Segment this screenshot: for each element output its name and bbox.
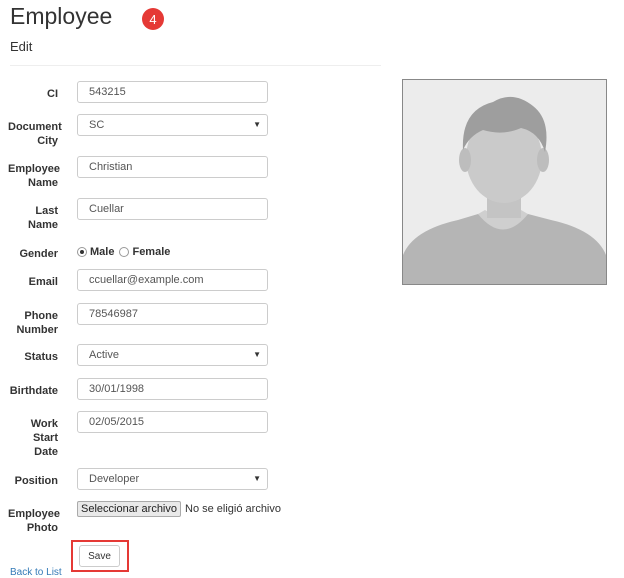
status-label: Status — [24, 351, 58, 363]
step-badge: 4 — [142, 8, 164, 30]
gender-male-radio[interactable] — [77, 247, 87, 257]
ci-label: CI — [47, 88, 58, 100]
page-subtitle: Edit — [10, 39, 33, 54]
avatar-placeholder-icon — [403, 80, 606, 284]
divider — [10, 65, 381, 66]
status-select[interactable]: Active ▼ — [77, 344, 268, 366]
last-name-input[interactable]: Cuellar — [77, 198, 268, 220]
work-start-date-input[interactable]: 02/05/2015 — [77, 411, 268, 433]
gender-female-label: Female — [132, 246, 171, 258]
birthdate-input[interactable]: 30/01/1998 — [77, 378, 268, 400]
page-title: Employee — [10, 3, 113, 29]
chevron-down-icon: ▼ — [253, 350, 261, 359]
employee-photo-preview — [402, 79, 607, 285]
last-name-label: Last Name — [28, 205, 58, 231]
phone-label: Phone Number — [16, 310, 58, 336]
email-input[interactable]: ccuellar@example.com — [77, 269, 268, 291]
file-status: No se eligió archivo — [185, 503, 281, 515]
employee-photo-label: Employee Photo — [8, 508, 60, 534]
chevron-down-icon: ▼ — [253, 120, 261, 129]
status-value: Active — [89, 349, 119, 361]
position-select[interactable]: Developer ▼ — [77, 468, 268, 490]
birthdate-label: Birthdate — [9, 385, 58, 397]
choose-file-button[interactable]: Seleccionar archivo — [77, 501, 181, 517]
work-start-date-label: Work Start Date — [30, 418, 58, 458]
document-city-select[interactable]: SC ▼ — [77, 114, 268, 136]
position-value: Developer — [89, 473, 140, 485]
employee-name-label: Employee Name — [8, 163, 60, 189]
gender-male-label: Male — [90, 246, 115, 258]
document-city-value: SC — [89, 119, 105, 131]
save-button[interactable]: Save — [79, 545, 120, 567]
document-city-label: Document City — [8, 121, 62, 147]
ci-input[interactable]: 543215 — [77, 81, 268, 103]
position-label: Position — [14, 475, 58, 487]
employee-name-input[interactable]: Christian — [77, 156, 268, 178]
phone-input[interactable]: 78546987 — [77, 303, 268, 325]
email-label: Email — [28, 276, 58, 288]
chevron-down-icon: ▼ — [253, 474, 261, 483]
gender-radio-group: Male Female — [77, 246, 170, 258]
file-input: Seleccionar archivo No se eligió archivo — [77, 501, 281, 517]
gender-label: Gender — [19, 248, 58, 260]
gender-female-radio[interactable] — [119, 247, 130, 257]
